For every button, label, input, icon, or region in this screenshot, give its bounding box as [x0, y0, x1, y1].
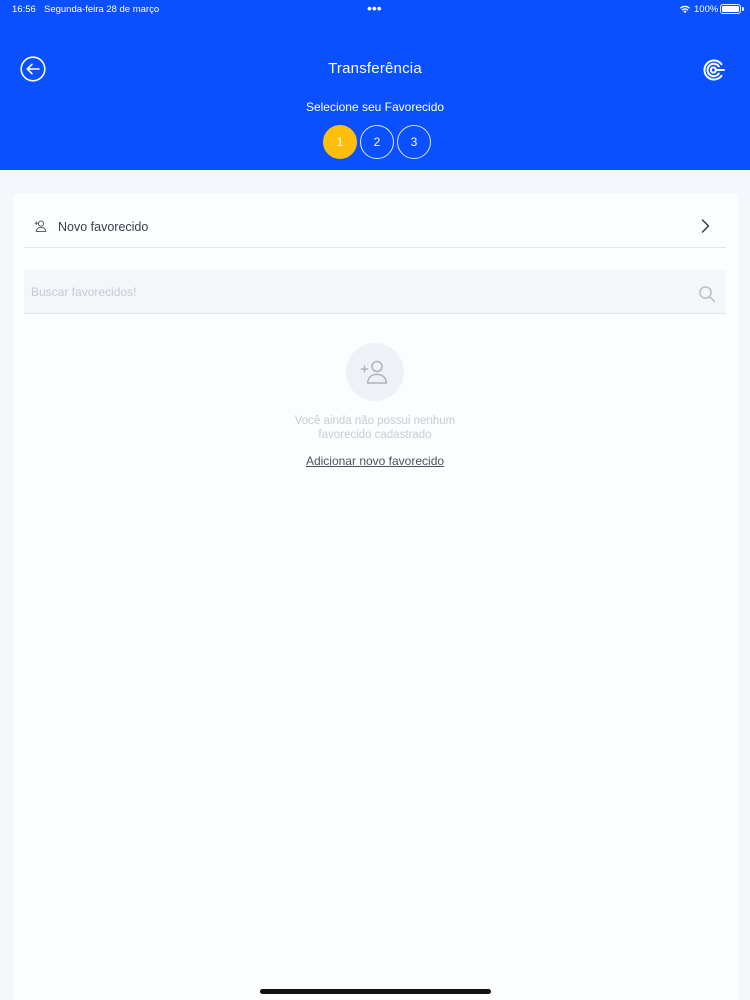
- new-favorite-row[interactable]: Novo favorecido: [24, 207, 726, 248]
- empty-state-message: Você ainda não possui nenhum favorecido …: [294, 415, 456, 441]
- header: 16:56 Segunda-feira 28 de março ••• 100%…: [0, 0, 750, 170]
- status-time: 16:56: [12, 4, 36, 15]
- step-3: 3: [397, 125, 431, 159]
- status-date: Segunda-feira 28 de março: [44, 4, 160, 15]
- multitasking-dots-icon[interactable]: •••: [367, 1, 382, 15]
- step-indicator: 1 2 3: [323, 125, 431, 159]
- step-2: 2: [360, 125, 394, 159]
- brand-logo-icon[interactable]: [702, 58, 726, 82]
- search-bar: [24, 270, 726, 314]
- add-user-icon: [360, 360, 388, 384]
- wifi-icon: [679, 5, 691, 14]
- step-1: 1: [323, 125, 357, 159]
- step-subtitle: Selecione seu Favorecido: [305, 100, 445, 114]
- battery-percentage: 100%: [694, 4, 719, 15]
- favorites-card: Novo favorecido Você ainda não possui ne…: [13, 193, 738, 1000]
- chevron-right-icon: [701, 219, 710, 233]
- home-indicator[interactable]: [260, 989, 491, 994]
- battery-icon: [720, 4, 741, 14]
- search-icon[interactable]: [698, 285, 716, 303]
- new-favorite-label: Novo favorecido: [58, 220, 149, 234]
- user-icon: [34, 220, 47, 232]
- search-input[interactable]: [24, 270, 684, 313]
- page-title: Transferência: [328, 60, 422, 77]
- add-favorite-link[interactable]: Adicionar novo favorecido: [275, 454, 475, 468]
- empty-state-avatar: [346, 343, 404, 401]
- status-bar: 16:56 Segunda-feira 28 de março ••• 100%: [0, 0, 750, 18]
